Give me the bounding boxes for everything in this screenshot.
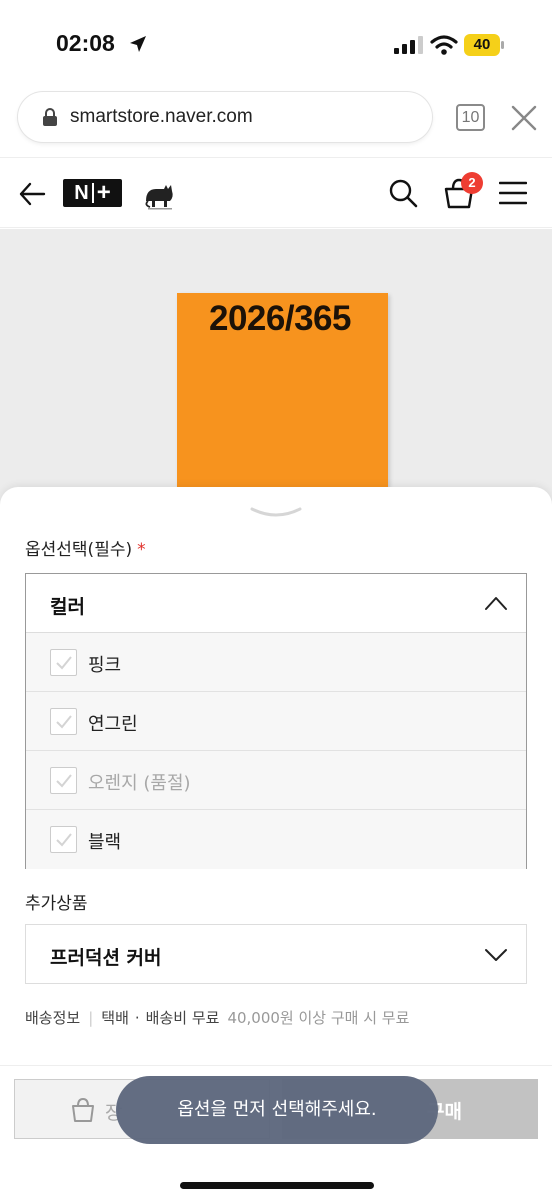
color-option-dropdown: 컬러 핑크 연그린 오렌지 (품절) 블랙 <box>25 573 527 869</box>
status-bar: 02:08 40 <box>0 0 552 90</box>
option-label: 블랙 <box>88 832 122 853</box>
checkmark-icon <box>56 774 72 788</box>
url-field[interactable]: smartstore.naver.com <box>18 92 432 142</box>
option-checkbox <box>50 767 77 794</box>
wifi-icon <box>430 35 458 55</box>
option-checkbox[interactable] <box>50 708 77 735</box>
color-dropdown-header[interactable]: 컬러 <box>26 574 526 633</box>
addon-dropdown-label: 프러덕션 커버 <box>50 947 162 969</box>
option-label: 연그린 <box>88 714 138 735</box>
logo-divider <box>91 183 94 203</box>
toast-message: 옵션을 먼저 선택해주세요. <box>116 1076 438 1144</box>
battery-indicator: 40 <box>464 34 504 56</box>
required-mark: * <box>137 540 146 560</box>
option-checkbox[interactable] <box>50 826 77 853</box>
brand-cat-logo-icon[interactable] <box>142 175 178 211</box>
option-item-light-green[interactable]: 연그린 <box>26 692 526 751</box>
shopping-bag-icon <box>72 1097 94 1122</box>
nplus-logo[interactable]: N + <box>63 179 122 207</box>
option-label: 핑크 <box>88 655 122 676</box>
chevron-down-icon <box>485 949 507 961</box>
close-icon[interactable] <box>511 105 537 131</box>
shipping-divider: | <box>88 1009 94 1027</box>
location-arrow-icon <box>130 36 146 52</box>
shipping-dot: · <box>134 1009 140 1027</box>
back-arrow-icon[interactable] <box>18 180 46 208</box>
product-image-area: 2026/365 <box>0 229 552 509</box>
cart-count-badge: 2 <box>461 172 483 194</box>
url-text: smartstore.naver.com <box>70 106 253 127</box>
battery-tip <box>501 41 504 49</box>
hamburger-menu-icon[interactable] <box>499 180 527 206</box>
addon-section-label: 추가상품 <box>25 894 88 914</box>
option-item-pink[interactable]: 핑크 <box>26 633 526 692</box>
shipping-label: 배송정보 <box>25 1009 81 1027</box>
search-icon[interactable] <box>388 178 418 208</box>
signal-icon <box>394 36 423 54</box>
divider <box>0 1065 552 1066</box>
option-label: 오렌지 (품절) <box>88 773 191 794</box>
addon-product-dropdown[interactable]: 프러덕션 커버 <box>25 924 527 984</box>
option-item-orange-soldout: 오렌지 (품절) <box>26 751 526 810</box>
shipping-method: 택배 <box>101 1009 129 1027</box>
lock-icon <box>43 108 57 126</box>
checkmark-icon <box>56 715 72 729</box>
option-section-label: 옵션선택(필수) * <box>25 535 146 560</box>
chevron-up-icon <box>485 597 507 610</box>
shipping-info: 배송정보 | 택배 · 배송비 무료 40,000원 이상 구매 시 무료 <box>25 1007 409 1028</box>
shipping-condition: 40,000원 이상 구매 시 무료 <box>227 1009 410 1027</box>
book-cover-title: 2026/365 <box>209 299 351 338</box>
product-book-cover: 2026/365 <box>177 293 388 509</box>
option-section-title: 옵션선택(필수) <box>25 540 133 560</box>
option-checkbox[interactable] <box>50 649 77 676</box>
checkmark-icon <box>56 833 72 847</box>
battery-level: 40 <box>464 34 500 56</box>
sheet-collapse-handle-icon[interactable] <box>248 503 304 523</box>
tab-count-button[interactable]: 10 <box>456 104 485 131</box>
store-header: N + 2 <box>0 157 552 228</box>
color-dropdown-label: 컬러 <box>50 596 85 618</box>
status-time: 02:08 <box>56 30 115 56</box>
checkmark-icon <box>56 656 72 670</box>
option-item-black[interactable]: 블랙 <box>26 810 526 869</box>
shipping-fee: 배송비 무료 <box>145 1009 220 1027</box>
home-indicator <box>180 1182 374 1189</box>
browser-toolbar: smartstore.naver.com 10 <box>0 90 552 156</box>
logo-plus: + <box>96 179 111 206</box>
logo-n: N <box>74 181 89 204</box>
